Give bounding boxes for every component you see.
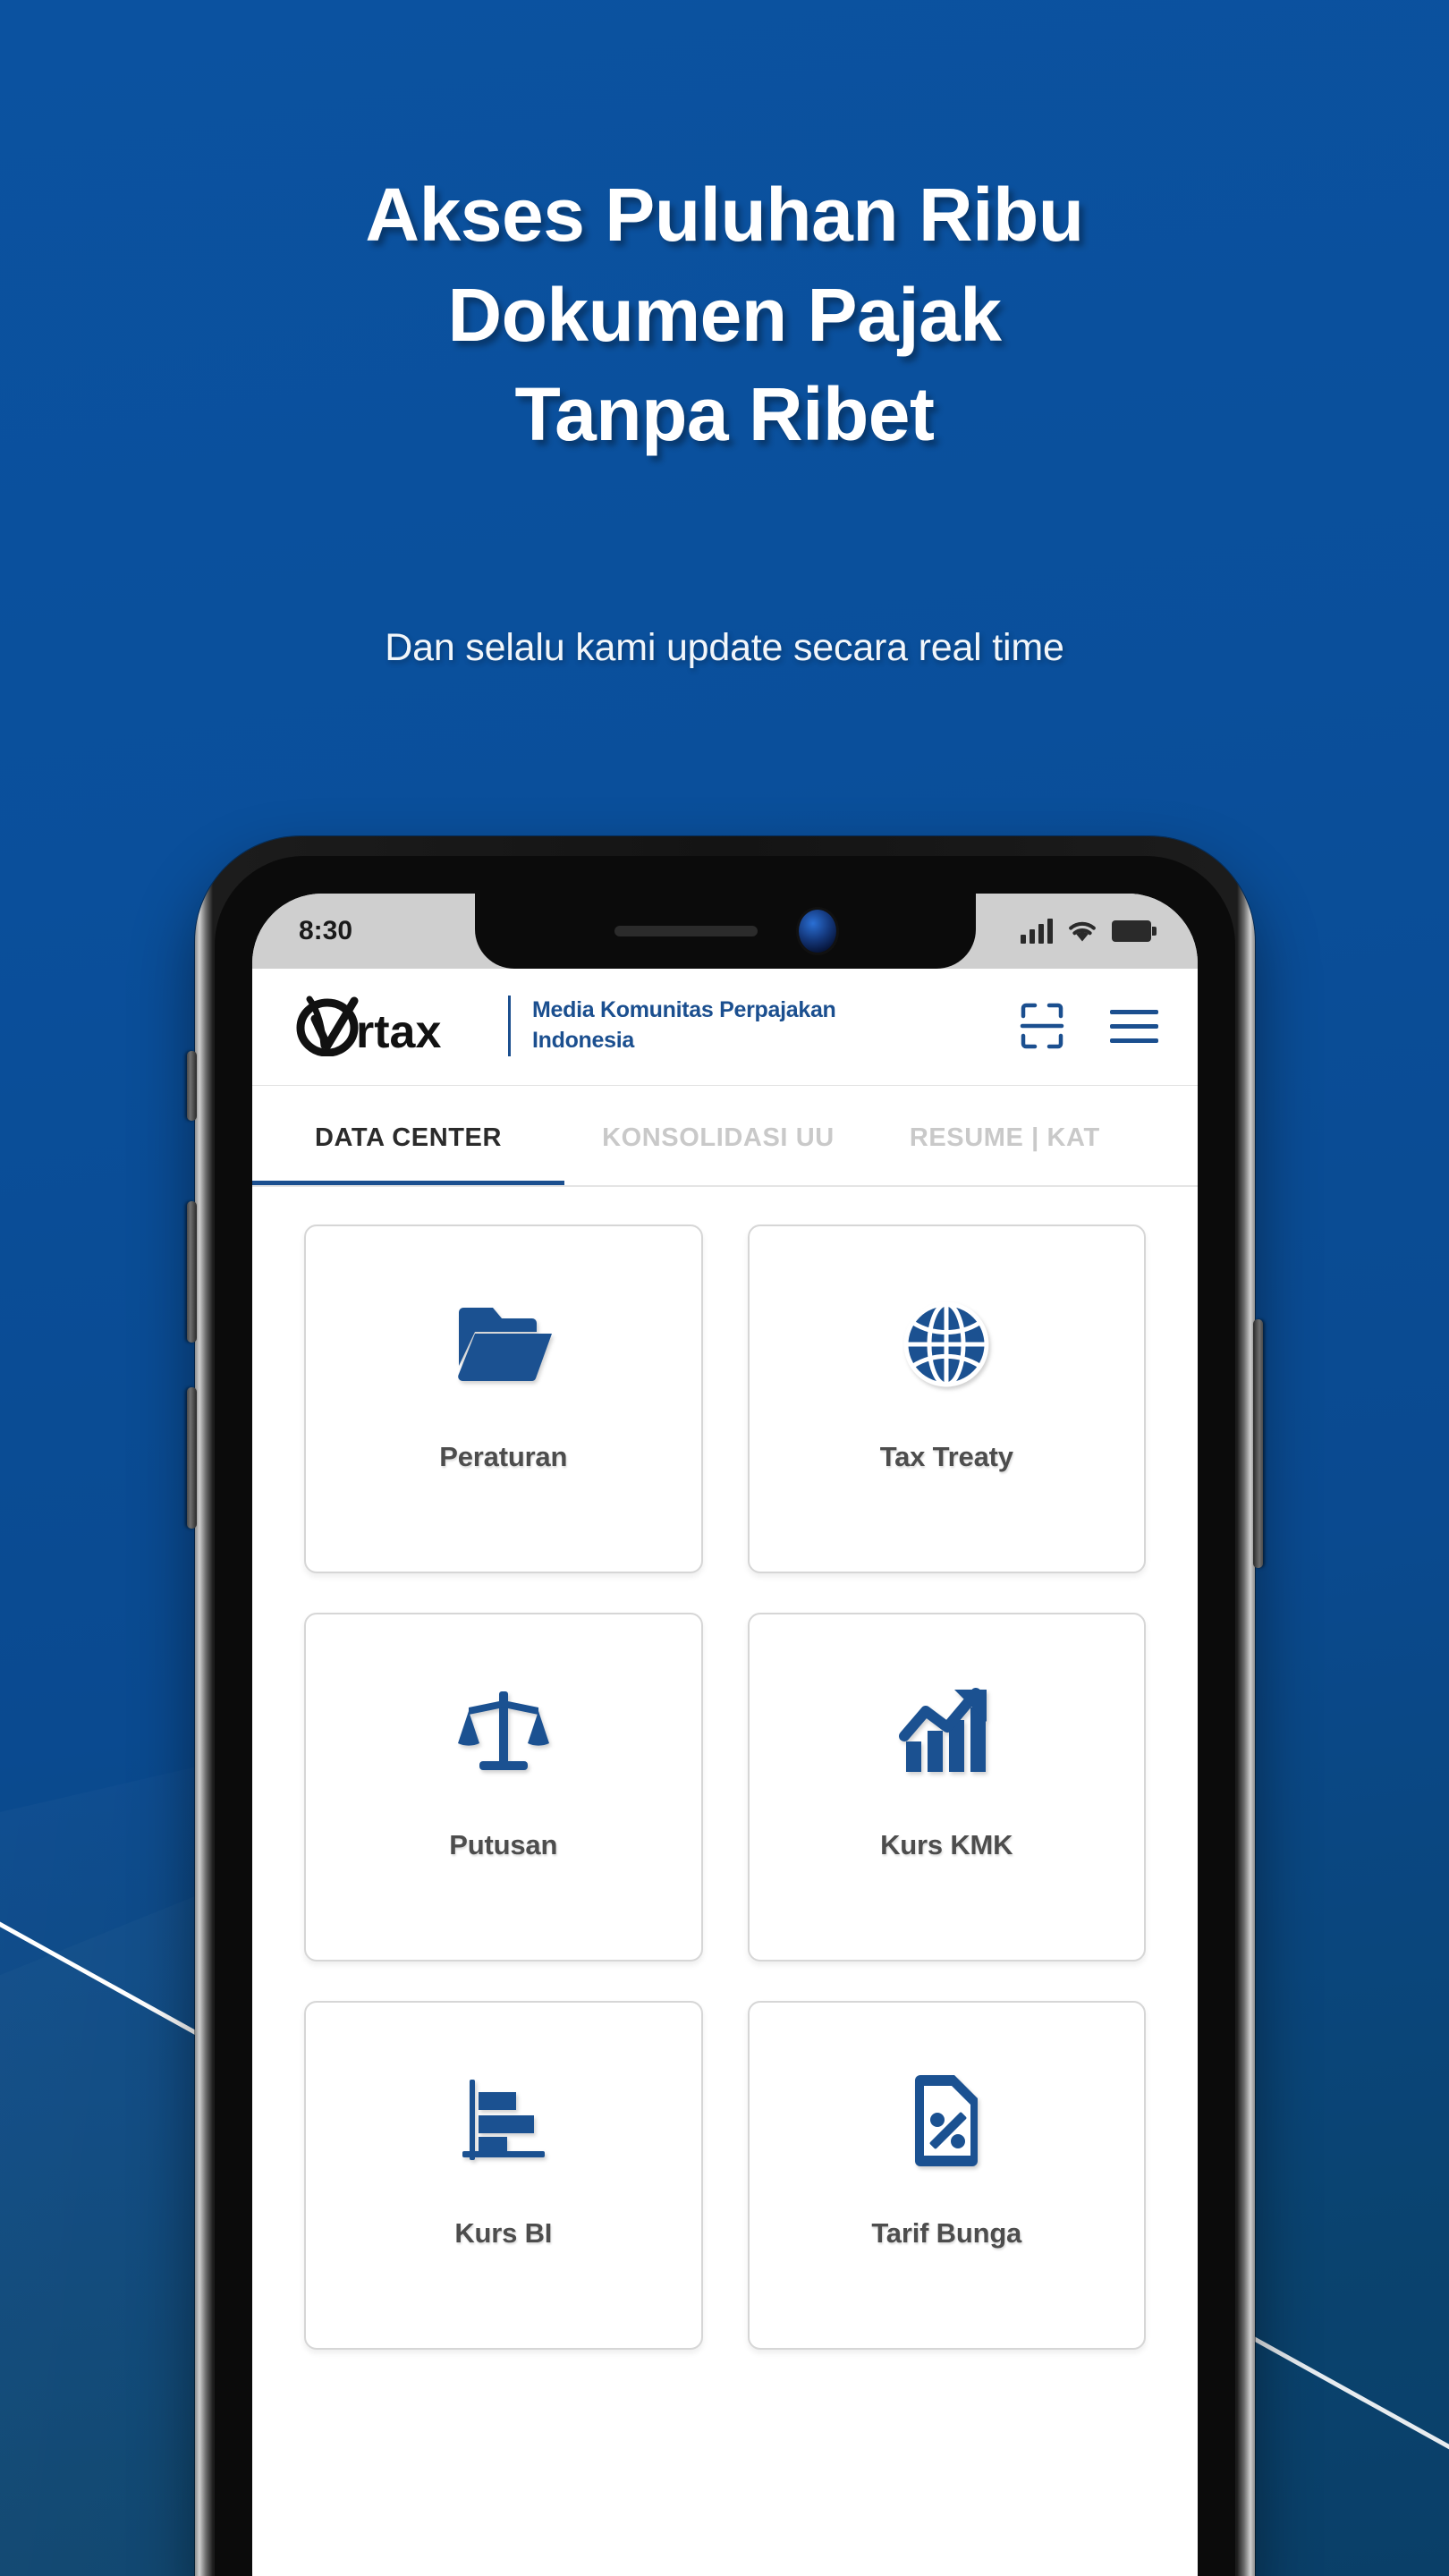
card-kurs-kmk[interactable]: Kurs KMK	[747, 1613, 1146, 1962]
promo-headline: Akses Puluhan Ribu Dokumen Pajak Tanpa R…	[365, 173, 1084, 457]
phone-power-button[interactable]	[1253, 1319, 1263, 1568]
horizontal-bar-chart-icon	[457, 2072, 550, 2169]
cellular-signal-icon	[1021, 919, 1053, 944]
phone-screen: 8:30 rtax Media Komunitas Perpajakan Ind…	[252, 894, 1198, 2576]
app-header: rtax Media Komunitas Perpajakan Indonesi…	[252, 969, 1198, 1086]
tab-data-center[interactable]: DATA CENTER	[252, 1086, 565, 1185]
earpiece-speaker	[614, 926, 758, 936]
tab-bar: DATA CENTER KONSOLIDASI UU RESUME | KAT	[252, 1086, 1198, 1187]
growth-chart-icon	[899, 1684, 994, 1781]
card-putusan[interactable]: Putusan	[304, 1613, 703, 1962]
header-actions	[1019, 1001, 1158, 1051]
logo-divider	[508, 996, 511, 1056]
card-kurs-bi[interactable]: Kurs BI	[304, 2001, 703, 2350]
battery-icon	[1112, 920, 1157, 942]
promo-subheadline: Dan selalu kami update secara real time	[385, 626, 1064, 669]
status-bar-time: 8:30	[299, 916, 353, 945]
card-label: Putusan	[449, 1829, 558, 1860]
data-center-card-grid: Peraturan Tax Treaty Putusan Kurs KMK Ku…	[252, 1187, 1198, 2350]
svg-text:rtax: rtax	[356, 1006, 441, 1056]
card-label: Tarif Bunga	[871, 2217, 1022, 2249]
ortax-logo-icon: rtax	[296, 996, 441, 1056]
status-bar: 8:30	[252, 894, 1198, 969]
percent-document-icon	[908, 2072, 985, 2169]
folder-icon	[453, 1296, 554, 1393]
scales-of-justice-icon	[456, 1684, 551, 1781]
wifi-icon	[1069, 921, 1096, 942]
card-label: Kurs KMK	[880, 1829, 1013, 1860]
brand-logo[interactable]: rtax Media Komunitas Perpajakan Indonesi…	[292, 996, 908, 1056]
card-label: Peraturan	[439, 1441, 568, 1472]
brand-tagline: Media Komunitas Perpajakan Indonesia	[532, 997, 836, 1053]
card-tax-treaty[interactable]: Tax Treaty	[747, 1224, 1146, 1573]
status-bar-left: 8:30	[299, 916, 352, 946]
tab-resume-katalog[interactable]: RESUME | KAT	[872, 1086, 1138, 1185]
card-tarif-bunga[interactable]: Tarif Bunga	[747, 2001, 1146, 2350]
status-bar-right	[1021, 919, 1157, 944]
decorative-diagonal-line-right	[1233, 2326, 1449, 2512]
card-label: Tax Treaty	[879, 1441, 1013, 1472]
scan-icon[interactable]	[1019, 1001, 1065, 1051]
phone-mockup: 8:30 rtax Media Komunitas Perpajakan Ind…	[187, 836, 1263, 2576]
phone-notch	[474, 894, 976, 969]
front-camera	[798, 910, 836, 953]
phone-volume-down-button[interactable]	[187, 1387, 197, 1529]
card-label: Kurs BI	[454, 2217, 553, 2249]
card-peraturan[interactable]: Peraturan	[304, 1224, 703, 1573]
hamburger-menu-icon[interactable]	[1110, 1009, 1158, 1043]
globe-icon	[902, 1296, 991, 1393]
phone-volume-up-button[interactable]	[187, 1201, 197, 1343]
phone-bezel: 8:30 rtax Media Komunitas Perpajakan Ind…	[215, 856, 1235, 2576]
tab-konsolidasi-uu[interactable]: KONSOLIDASI UU	[564, 1086, 872, 1185]
phone-mute-switch[interactable]	[187, 1051, 197, 1121]
